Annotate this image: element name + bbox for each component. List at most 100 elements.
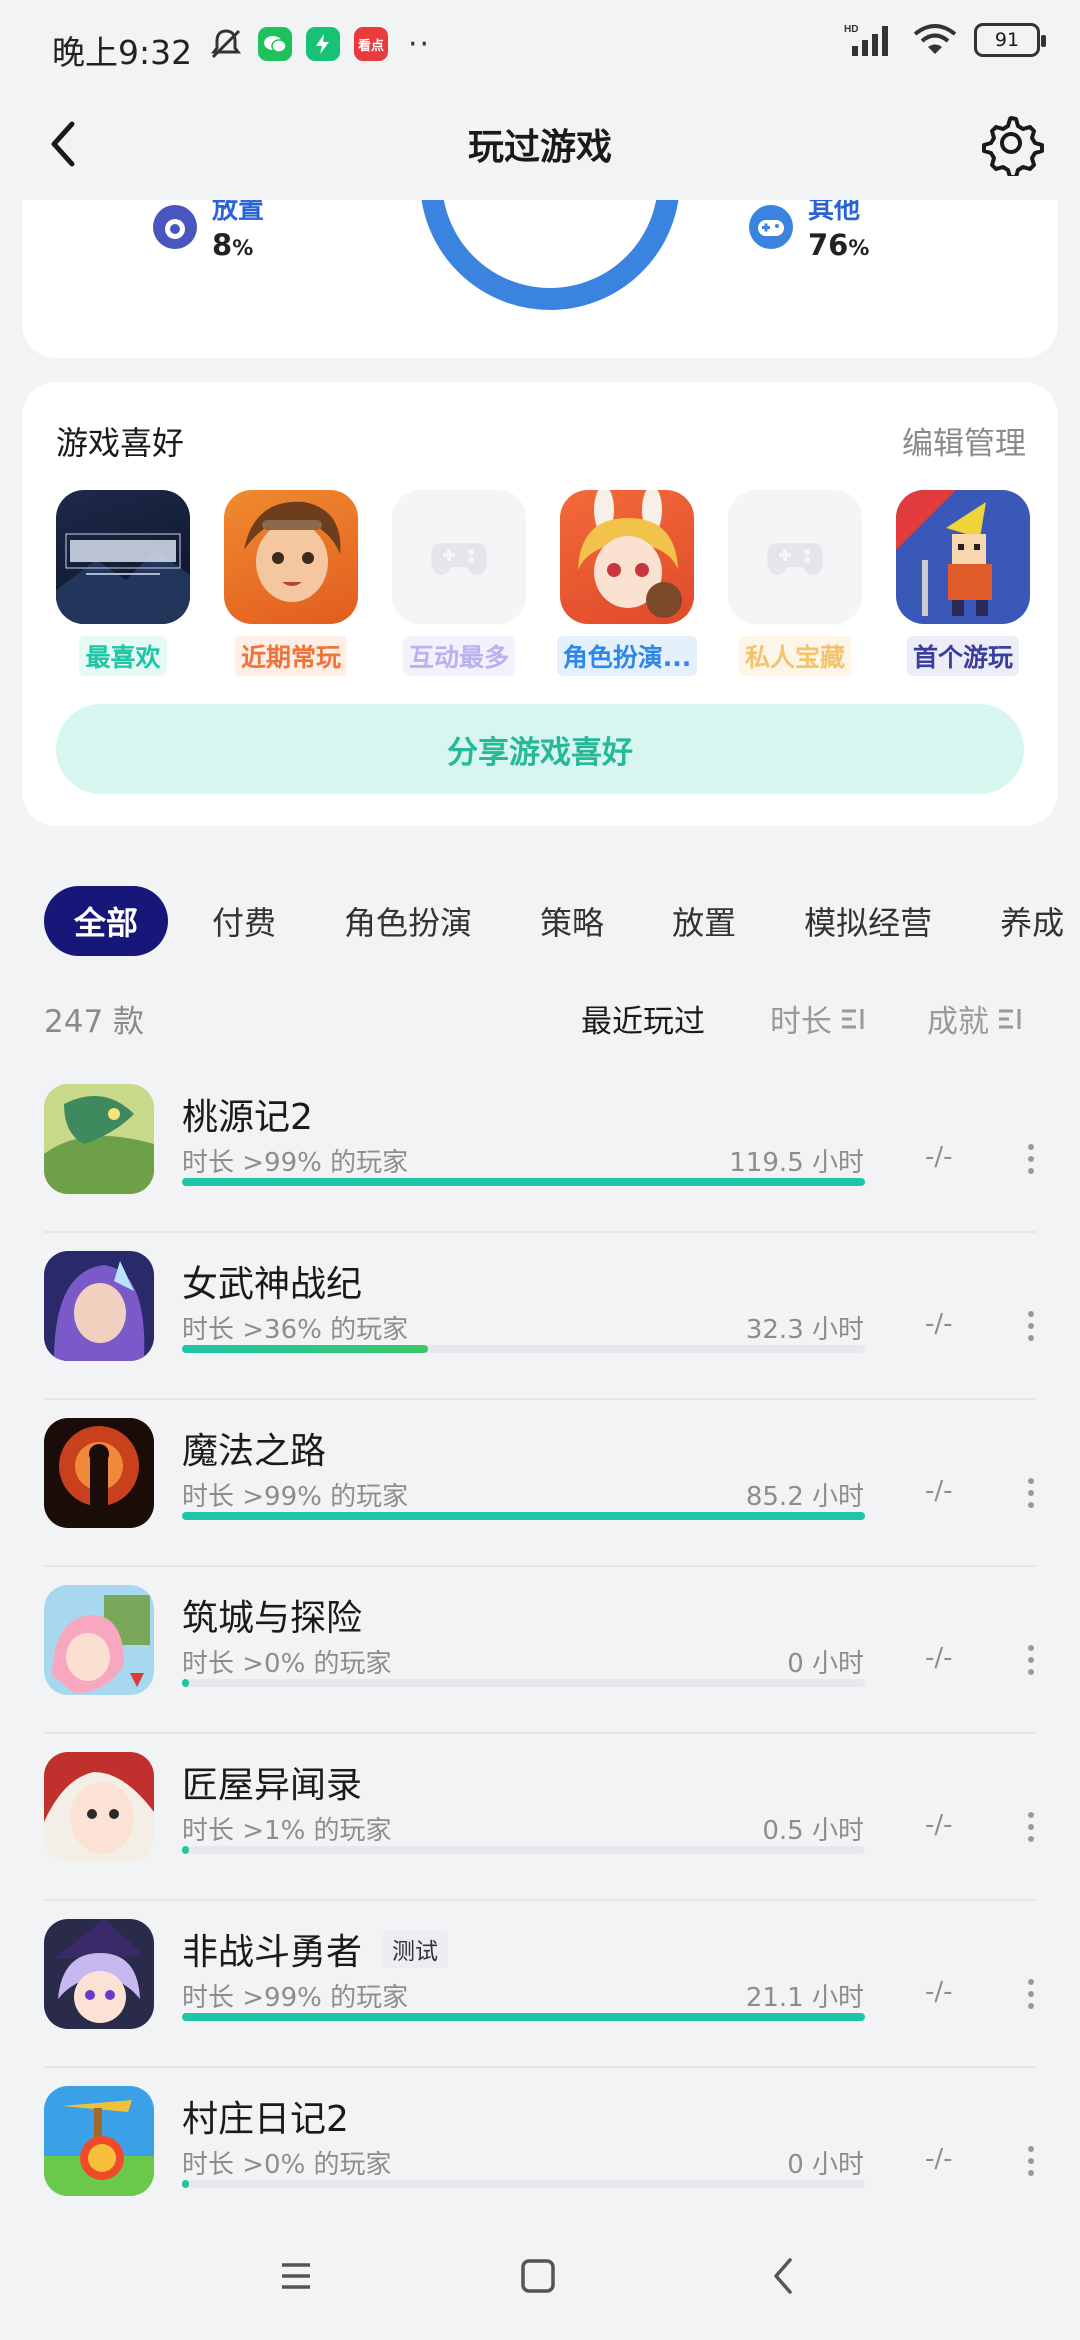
game-percentile: 时长 >0% 的玩家 [182,1649,392,1679]
game-name-row: 筑城与探险 [182,1589,362,1641]
game-achievement: -/- [925,2144,953,2174]
playtime-progress-track [182,1679,865,1687]
game-name-row: 魔法之路 [182,1422,326,1474]
more-options-icon[interactable] [1026,1645,1036,1675]
category-donut-chart [420,200,680,310]
craft-house-game-icon [44,1752,154,1862]
gamepad-placeholder-icon [728,490,862,624]
share-preferences-button[interactable]: 分享游戏喜好 [56,704,1024,794]
tab-idle[interactable]: 放置 [672,886,736,956]
sort-achievement-button[interactable]: 成就 [927,996,1023,1041]
playtime-progress-fill [182,2180,189,2188]
tab-paid[interactable]: 付费 [212,886,276,956]
preference-label: 近期常玩 [234,636,347,676]
tab-simulation[interactable]: 模拟经营 [804,886,932,956]
preference-label: 最喜欢 [79,636,167,676]
playtime-progress-fill [182,1345,428,1353]
gear-icon [982,116,1044,179]
sort-icon [999,1008,1021,1029]
home-nav-button[interactable] [518,2256,558,2296]
game-list-item[interactable]: 筑城与探险 时长 >0% 的玩家 0 小时 -/- [0,1567,1080,1734]
preference-item-rpg[interactable]: 角色扮演... [556,490,698,676]
preference-item-favorite[interactable]: 最喜欢 [56,490,190,676]
page-title: 玩过游戏 [467,127,612,168]
more-options-icon[interactable] [1026,1144,1036,1174]
game-hours: 119.5 小时 [729,1148,864,1178]
game-hours: 0 小时 [787,1649,864,1679]
game-list-item[interactable]: 魔法之路 时长 >99% 的玩家 85.2 小时 -/- [0,1400,1080,1567]
game-achievement: -/- [925,1309,953,1339]
tab-strategy[interactable]: 策略 [540,886,604,956]
preference-item-treasure[interactable]: 私人宝藏 [728,490,862,676]
sort-duration-button[interactable]: 时长 [770,996,866,1041]
preference-label: 互动最多 [402,636,515,676]
tab-nurture[interactable]: 养成 [1000,886,1064,956]
game-percentile: 时长 >36% 的玩家 [182,1315,409,1345]
status-system-icons: HD 91 [844,22,1046,58]
status-bar: 晚上9:32 看点 ·· HD 91 [0,0,1080,90]
preference-label: 角色扮演... [556,636,698,676]
more-notifications-icon: ·· [408,26,432,62]
summary-value-idle: 8% [212,228,254,262]
playtime-progress-track [182,1846,865,1854]
battery-level: 91 [994,29,1020,51]
game-title: 魔法之路 [182,1431,327,1472]
game-title: 村庄日记2 [182,2099,349,2140]
game-tag: 测试 [382,1930,449,1968]
summary-value-other: 76% [808,228,870,262]
game-list-item[interactable]: 桃源记2 时长 >99% 的玩家 119.5 小时 -/- [0,1066,1080,1233]
game-name-row: 非战斗勇者 测试 [182,1923,449,1975]
playtime-progress-fill [182,1512,865,1520]
game-count: 247 款 [44,1004,145,1040]
city-builder-game-icon [44,1585,154,1695]
preference-label: 首个游玩 [906,636,1019,676]
sort-recent-button[interactable]: 最近玩过 [581,996,705,1041]
mute-icon [211,29,241,59]
game-list-item[interactable]: 匠屋异闻录 时长 >1% 的玩家 0.5 小时 -/- [0,1734,1080,1901]
magic-road-game-icon [44,1418,154,1528]
non-combat-hero-game-icon [44,1919,154,2029]
summary-item-other: 其他 76% [748,200,869,262]
game-name-row: 女武神战纪 [182,1255,362,1307]
game-title: 桃源记2 [182,1097,313,1138]
more-options-icon[interactable] [1026,1979,1036,2009]
summary-label-idle: 放置 [212,200,265,225]
game-list-item[interactable]: 非战斗勇者 测试 时长 >99% 的玩家 21.1 小时 -/- [0,1901,1080,2068]
game-title: 女武神战纪 [182,1264,363,1305]
game-list-item[interactable]: 女武神战纪 时长 >36% 的玩家 32.3 小时 -/- [0,1233,1080,1400]
app-header: 玩过游戏 [0,90,1080,200]
more-options-icon[interactable] [1026,1478,1036,1508]
category-tabs: 全部 付费 角色扮演 策略 放置 模拟经营 养成 [44,886,1080,956]
menu-nav-button[interactable] [276,2256,316,2296]
more-options-icon[interactable] [1026,1812,1036,1842]
playtime-progress-fill [182,1178,865,1186]
game-hours: 0 小时 [787,2150,864,2180]
edit-manage-link[interactable]: 编辑管理 [902,418,1026,463]
tab-rpg[interactable]: 角色扮演 [344,886,472,956]
battery-icon: 91 [974,23,1046,57]
game-hours: 85.2 小时 [745,1482,864,1512]
preference-item-first[interactable]: 首个游玩 [896,490,1030,676]
playtime-progress-track [182,1512,865,1520]
game-achievement: -/- [925,1643,953,1673]
back-nav-button[interactable] [764,2256,804,2296]
playtime-progress-fill [182,2013,865,2021]
game-percentile: 时长 >99% 的玩家 [182,1148,409,1178]
idle-category-icon [153,205,197,249]
preference-item-interaction[interactable]: 互动最多 [392,490,526,676]
more-options-icon[interactable] [1026,1311,1036,1341]
game-preferences-card: 游戏喜好 编辑管理 最喜欢 近期常玩 互动最多 角色扮演... 私人宝藏 首个游… [22,382,1058,826]
system-nav-bar [0,2212,1080,2340]
game-title: 非战斗勇者 [182,1932,363,1973]
game-achievement: -/- [925,1476,953,1506]
gamepad-placeholder-icon [392,490,526,624]
wifi-icon [913,24,957,54]
more-options-icon[interactable] [1026,2146,1036,2176]
status-time: 晚上9:32 [52,33,193,72]
game-list-item[interactable]: 村庄日记2 时长 >0% 的玩家 0 小时 -/- [0,2068,1080,2235]
preference-item-recent[interactable]: 近期常玩 [224,490,358,676]
settings-button[interactable] [978,110,1044,179]
game-hours: 21.1 小时 [745,1983,864,2013]
sort-icon [842,1008,864,1029]
tab-all[interactable]: 全部 [44,886,169,956]
